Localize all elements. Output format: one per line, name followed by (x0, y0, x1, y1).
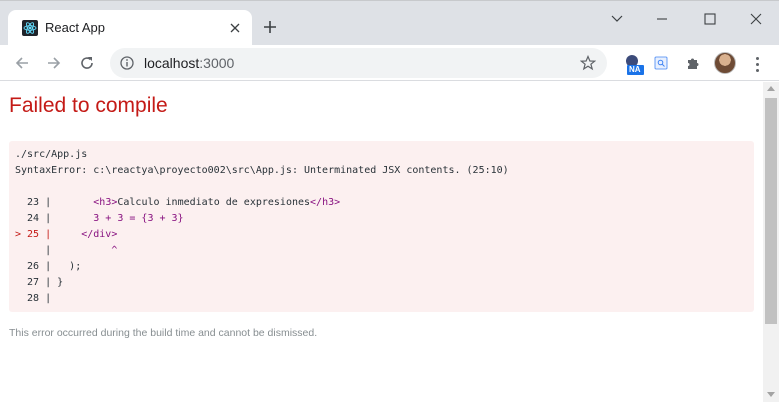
url-text: localhost:3000 (144, 55, 234, 71)
react-logo-icon (22, 20, 38, 36)
caret-gutter: | (15, 245, 52, 256)
error-overlay-box: ./src/App.js SyntaxError: c:\reactya\pro… (9, 141, 754, 312)
tab-title: React App (45, 20, 105, 35)
code-h3-open: <h3> (93, 197, 118, 208)
chevron-down-icon[interactable] (607, 9, 627, 29)
line-number-26: 26 | (15, 261, 52, 272)
url-host: localhost (144, 55, 200, 71)
scrollbar-thumb[interactable] (765, 98, 777, 324)
minimize-icon[interactable] (652, 9, 672, 29)
tab-strip: React App (0, 0, 779, 46)
browser-toolbar: localhost:3000 (0, 45, 779, 81)
back-arrow-icon[interactable] (12, 53, 32, 73)
code-line-24: 3 + 3 = {3 + 3} (51, 213, 184, 224)
line-number-24: 24 | (15, 213, 52, 224)
plus-icon[interactable] (261, 18, 279, 36)
bookmark-star-icon[interactable] (579, 54, 597, 72)
code-h3-close: </h3> (310, 197, 341, 208)
close-tab-icon[interactable] (226, 19, 244, 37)
info-icon[interactable] (120, 56, 134, 70)
page-content: Failed to compile ./src/App.js SyntaxErr… (0, 82, 763, 402)
url-port: :3000 (199, 55, 235, 71)
scroll-up-arrow-icon[interactable] (767, 86, 775, 91)
code-line-25: </div> (51, 229, 118, 240)
close-icon[interactable] (746, 9, 766, 29)
tab-react-app[interactable]: React App (8, 10, 252, 46)
line-number-27: 27 | (15, 277, 52, 288)
na-extension-icon[interactable]: NA (623, 54, 645, 76)
more-menu-icon[interactable] (750, 55, 764, 73)
code-h3-text: Calculo inmediato de expresiones (117, 197, 311, 208)
maximize-icon[interactable] (700, 9, 720, 29)
address-bar[interactable]: localhost:3000 (110, 48, 607, 78)
error-code-block: ./src/App.js SyntaxError: c:\reactya\pro… (15, 147, 509, 307)
puzzle-icon[interactable] (683, 53, 703, 73)
page-title: Failed to compile (9, 94, 168, 117)
error-message: SyntaxError: c:\reactya\proyecto002\src\… (15, 165, 509, 176)
code-line-26: ); (51, 261, 82, 272)
translate-extension-icon[interactable] (651, 53, 671, 73)
line-number-23: 23 | (15, 197, 52, 208)
reload-icon[interactable] (77, 53, 97, 73)
forward-arrow-icon[interactable] (44, 53, 64, 73)
avatar[interactable] (714, 52, 736, 74)
line-number-25: > 25 | (15, 229, 52, 240)
scroll-down-arrow-icon[interactable] (767, 392, 775, 397)
error-footer-note: This error occurred during the build tim… (9, 327, 318, 339)
error-file: ./src/App.js (15, 149, 88, 160)
error-caret: ^ (51, 245, 118, 256)
code-line-27: } (51, 277, 64, 288)
na-badge-text: NA (629, 65, 641, 74)
line-number-28: 28 | (15, 293, 52, 304)
